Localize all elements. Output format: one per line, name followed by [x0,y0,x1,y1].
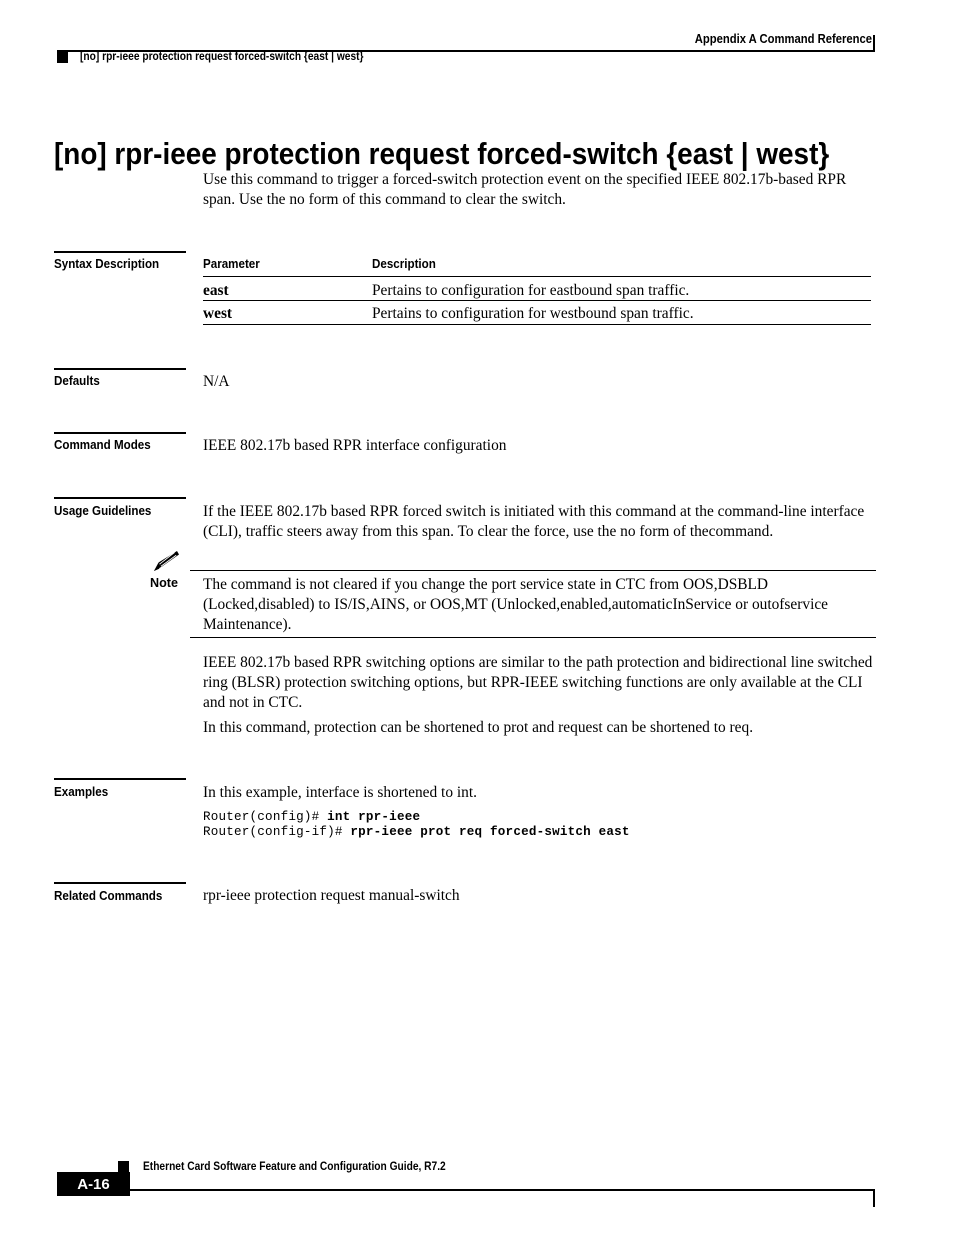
usage-guidelines-paragraph-2: IEEE 802.17b based RPR switching options… [203,654,873,711]
page-number: A-16 [77,1176,110,1193]
command-modes-value: IEEE 802.17b based RPR interface configu… [203,437,507,454]
table-column-header-description: Description [372,256,436,271]
table-row: west [203,305,233,322]
footer-guide-title: Ethernet Card Software Feature and Confi… [143,1160,446,1173]
header-appendix-title: Appendix A Command Reference [694,32,872,46]
footer-right-tick [872,1189,875,1207]
black-square-marker-icon [57,52,68,63]
table-row: east [203,282,229,299]
note-rule-bottom [190,637,876,639]
header-right-tick [872,35,875,52]
pencil-note-icon [154,551,179,571]
usage-guidelines-paragraph-1: If the IEEE 802.17b based RPR forced swi… [203,503,865,540]
table-cell-description: Pertains to configuration for westbound … [372,305,694,322]
related-commands-value: rpr-ieee protection request manual-switc… [203,887,460,904]
document-page: Appendix A Command Reference [no] rpr-ie… [0,0,954,1235]
examples-intro: In this example, interface is shortened … [203,784,477,801]
syntax-description-label: Syntax Description [54,256,160,271]
usage-guidelines-paragraph-3: In this command, protection can be short… [203,719,754,736]
note-text: The command is not cleared if you change… [203,576,829,633]
table-rule-header [203,276,871,278]
black-square-marker-icon [118,1161,129,1172]
header-command-crumb: [no] rpr-ieee protection request forced-… [80,50,364,63]
usage-guidelines-label: Usage Guidelines [54,503,152,518]
code-command: rpr-ieee prot req forced-switch east [350,825,630,839]
table-rule-bottom [203,324,871,326]
table-cell-description: Pertains to configuration for eastbound … [372,282,690,299]
code-block-line: Router(config-if)# rpr-ieee prot req for… [203,825,630,841]
table-column-header-parameter: Parameter [203,256,260,271]
usage-guidelines-section-rule [54,497,186,499]
code-prompt: Router(config-if)# [203,825,351,839]
related-commands-section-rule [54,882,186,884]
note-label: Note [150,576,178,590]
examples-section-rule [54,778,186,780]
command-modes-label: Command Modes [54,437,151,452]
related-commands-label: Related Commands [54,888,163,903]
command-modes-section-rule [54,432,186,434]
table-rule-row1 [203,300,871,302]
defaults-value: N/A [203,373,230,390]
code-prompt: Router(config)# [203,810,328,824]
examples-label: Examples [54,784,109,799]
syntax-section-rule [54,251,186,253]
code-command: int rpr-ieee [327,810,421,824]
defaults-section-rule [54,368,186,370]
code-block-line: Router(config)# int rpr-ieee [203,810,420,826]
footer-divider-rule [120,1189,874,1191]
lead-paragraph: Use this command to trigger a forced-swi… [203,171,847,208]
note-rule-top [190,570,876,572]
defaults-label: Defaults [54,373,100,388]
page-title: [no] rpr-ieee protection request forced-… [54,135,830,171]
